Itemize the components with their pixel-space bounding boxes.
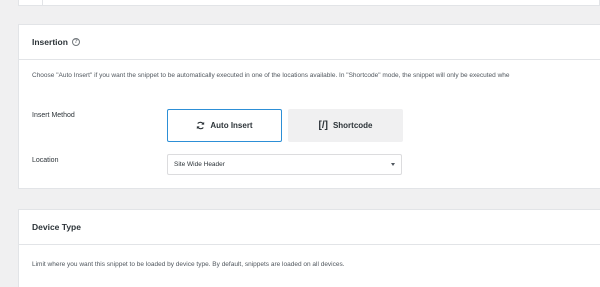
insertion-title: Insertion: [32, 37, 68, 47]
insertion-panel: Insertion ? Choose "Auto Insert" if you …: [18, 24, 600, 189]
help-icon[interactable]: ?: [71, 38, 80, 46]
chevron-down-icon: [391, 163, 395, 166]
location-select[interactable]: Site Wide Header: [167, 154, 402, 175]
insert-method-label: Insert Method: [32, 112, 75, 119]
previous-panel-bottom: [18, 0, 600, 6]
device-type-header: Device Type: [19, 210, 600, 245]
insertion-description: Choose "Auto Insert" if you want the sni…: [32, 72, 510, 79]
insertion-header: Insertion ?: [19, 25, 600, 60]
shortcode-icon: [/]: [318, 120, 328, 131]
location-label: Location: [32, 157, 59, 164]
refresh-icon: [197, 121, 205, 130]
device-type-title: Device Type: [32, 222, 81, 232]
shortcode-label: Shortcode: [332, 121, 373, 130]
location-value: Site Wide Header: [174, 161, 225, 168]
shortcode-button[interactable]: [/] Shortcode: [288, 109, 403, 142]
auto-insert-button[interactable]: Auto Insert: [167, 109, 282, 142]
auto-insert-label: Auto Insert: [210, 121, 253, 130]
device-type-description: Limit where you want this snippet to be …: [32, 261, 345, 268]
previous-panel-tab: [19, 0, 43, 6]
device-type-panel: Device Type Limit where you want this sn…: [18, 209, 600, 287]
